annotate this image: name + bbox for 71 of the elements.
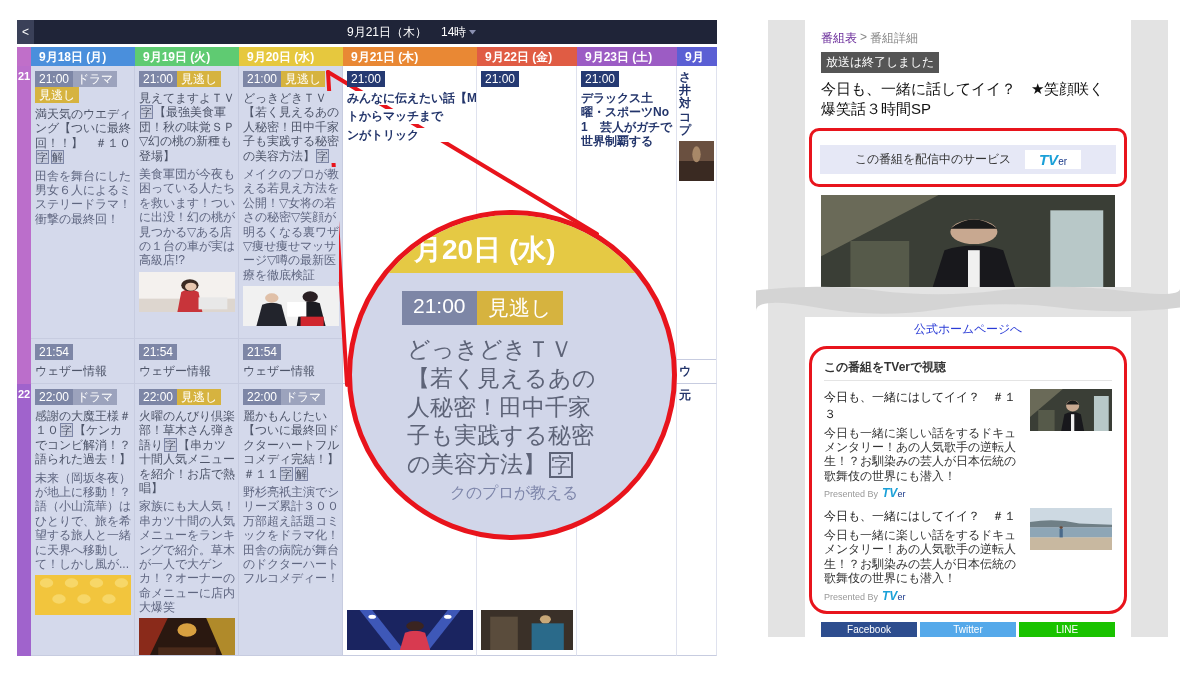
genre-badge: ドラマ — [73, 71, 118, 87]
episode-title[interactable]: 今日も、一緒にはしてイイ？ ＃１ — [824, 508, 1022, 526]
time-badge: 21:00 — [139, 71, 178, 87]
time-badge: 21:00 — [35, 71, 74, 87]
banner-label: この番組を配信中のサービス — [854, 150, 1011, 168]
day-header: 9月 — [677, 47, 717, 66]
time-badge: 22:00 — [243, 389, 282, 405]
program-description: メイクのプロが教える若見え方法を公開！▽女将の若さの秘密▽笑顔が明るくなる裏ワザ▽痩せ痩せマッサージ▽噂の最新医療を徹底検証 — [243, 166, 339, 283]
day-header: 9月18日 (月) — [31, 47, 135, 66]
program-description: 未来（岡坂冬夜）が地上に移動！？語（小山流華）はひとりで、旅を希望する旅人と一緒に天界へ移動して！しかし風が... — [35, 470, 131, 572]
hour-dropdown[interactable]: 14時 — [441, 23, 477, 41]
genre-badge: ドラマ — [73, 389, 118, 405]
corner-block — [17, 47, 31, 66]
breadcrumb-link[interactable]: 番組表 — [821, 30, 857, 47]
presented-by-label: Presented By — [824, 591, 879, 602]
time-badge: 21:00 — [347, 71, 386, 87]
program-title[interactable]: 感謝の大魔王様＃１０ 字 【ケンカでコンビ解消！？語られた過去！】 — [35, 409, 131, 467]
catchup-badge: 見逃し — [35, 87, 79, 103]
day-header: 9月22日 (金) — [477, 47, 577, 66]
episode-title[interactable]: 今日も、一緒にはしてイイ？ ＃１３ — [824, 388, 1022, 423]
homepage-link[interactable]: 公式ホームページへ — [914, 320, 1022, 338]
time-badge: 21:54 — [139, 343, 178, 360]
time-badge: 22:00 — [35, 389, 74, 405]
catchup-badge: 見逃し — [281, 71, 326, 87]
date-label: 9月21日（木） — [347, 23, 428, 41]
day-header: 9月19日 (火) — [135, 47, 239, 66]
share-button[interactable]: Facebook — [821, 621, 917, 637]
tver-logo[interactable]: TVer — [1024, 149, 1082, 169]
program-title[interactable]: どっきどきＴＶ【若く見えるあの人秘密！田中千家子も実践する秘密の美容方法】 字 — [243, 91, 339, 163]
time-badge: 21:00 — [243, 71, 282, 87]
breadcrumb-text: 番組詳細 — [870, 30, 918, 47]
program-title[interactable]: 満天気のウエディング【ついに最終回！！】 ＃１０ 字 解 — [35, 107, 131, 165]
tver-logo: TVer — [882, 588, 906, 603]
program-title[interactable]: 火曜のんびり倶楽部！草木さん弾き語り 字 【串カツ十間人気メニューを紹介！お店で熱唱】 — [139, 409, 235, 496]
day-header: 9月23日 (土) — [577, 47, 677, 66]
time-badge: 21:00 — [581, 71, 620, 87]
episode-description: 今日も一緒に楽しい話をするドキュメンタリー！あの人気歌手の逆転人生！？お馴染みの芸人が日本伝統の歌舞伎の世界にも潜入！ — [824, 425, 1017, 484]
program-description: 野杉亮祇主演でシリーズ累計３００万部超え話題コミックをドラマ化！田舎の病院が舞台のドクターハートフルコメディー！ — [243, 484, 339, 586]
tver-logo: TVer — [882, 486, 906, 501]
catchup-badge: 見逃し — [476, 291, 563, 325]
presented-by-label: Presented By — [824, 489, 879, 500]
hour-label: 22 — [17, 384, 31, 656]
program-title[interactable]: デラックス土曜・スポーツNo1 芸人がガチで世界制覇する — [581, 91, 673, 149]
day-header: 9月21日 (木) — [343, 47, 477, 66]
program-description: クのプロが教える — [450, 482, 579, 503]
back-button[interactable]: < — [17, 20, 34, 44]
episode-description: 今日も一緒に楽しい話をするドキュメンタリー！あの人気歌手の逆転人生！？お馴染みの芸人が日本伝統の歌舞伎の世界にも潜入！ — [824, 528, 1017, 586]
program-description: 家族にも大人気！串カツ十間の人気メニューをランキングで紹介。草木が一人で大ゲンカ！？オーナーの命メニューに店内大爆笑 — [139, 499, 235, 615]
time-badge: 22:00 — [139, 389, 178, 405]
section-heading: この番組をTVerで視聴 — [824, 358, 1112, 381]
program-title[interactable]: ウ — [679, 364, 691, 378]
catchup-badge: 見逃し — [177, 389, 222, 405]
status-badge: 放送は終了しました — [821, 52, 939, 73]
catchup-badge: 見逃し — [177, 71, 222, 87]
time-badge: 21:00 — [481, 71, 520, 87]
day-header: 9月20日 (水) — [239, 47, 343, 66]
breadcrumb-text: > — [860, 30, 867, 46]
genre-badge: ドラマ — [281, 389, 326, 405]
time-badge: 21:00 — [402, 291, 477, 325]
hour-label: 21 — [17, 66, 31, 384]
program-title[interactable]: 元 — [679, 389, 691, 403]
time-badge: 21:54 — [243, 343, 282, 360]
program-title: 今日も、一緒に話してイイ？ ★笑顔咲く爆笑話３時間SP — [821, 79, 1106, 120]
program-title[interactable]: 麗かもんじたい【ついに最終回ドクターハートフルコメディ完結！】＃１１ 字 解 — [243, 409, 339, 481]
program-description: 美食軍団が今夜も困っている人たちを救います！ついに出没！幻の桃が見つかる▽ある店の１台の車が実は高級店!? — [139, 166, 235, 268]
time-badge: 21:54 — [35, 343, 74, 360]
program-title[interactable]: 見えてますよＴＶ 字 【最強美食軍団！秋の味覚ＳＰ▽幻の桃の新種も登場】 — [139, 91, 235, 163]
program-title[interactable]: さ井対コプ — [679, 71, 691, 137]
caret-icon — [469, 29, 477, 35]
program-description: 田舎を舞台にした男女６人によるミステリードラマ！衝撃の最終回！ — [35, 168, 131, 227]
program-title: どっきどきＴＶ【若く見えるあの人秘密！田中千家子も実践する秘密の美容方法】 字 — [407, 335, 597, 479]
